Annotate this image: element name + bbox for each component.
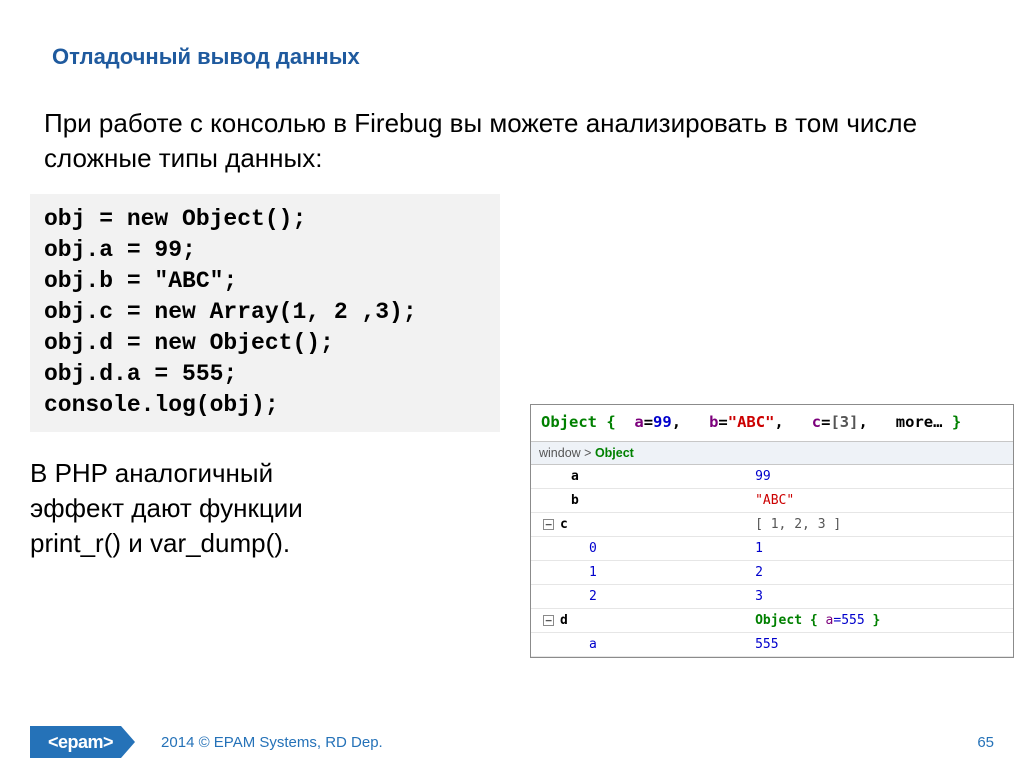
tree-key-cell[interactable]: 1 xyxy=(531,561,743,585)
tree-key-cell[interactable]: 2 xyxy=(531,585,743,609)
tree-value-cell: [ 1, 2, 3 ] xyxy=(743,513,1013,537)
footer: <epam> 2014 © EPAM Systems, RD Dep. 65 xyxy=(0,723,1024,761)
footer-logo-bg: <epam> xyxy=(30,726,121,758)
tree-value-cell: 1 xyxy=(743,537,1013,561)
page-number: 65 xyxy=(977,734,994,751)
table-row[interactable]: −dObject { a=555 } xyxy=(531,609,1013,633)
copyright: 2014 © EPAM Systems, RD Dep. xyxy=(161,734,383,751)
eq: = xyxy=(718,413,727,431)
tree-value-cell: 555 xyxy=(743,633,1013,657)
object-label: Object xyxy=(541,413,597,431)
tree-value-cell: Object { a=555 } xyxy=(743,609,1013,633)
table-row[interactable]: 23 xyxy=(531,585,1013,609)
prop-key-b: b xyxy=(709,413,718,431)
prop-val-a: 99 xyxy=(653,413,672,431)
table-row[interactable]: 01 xyxy=(531,537,1013,561)
tree-key-cell[interactable]: b xyxy=(531,489,743,513)
firebug-console-output: Object { a=99, b="ABC", c=[3], more… } xyxy=(531,405,1013,441)
tree-value-cell: 3 xyxy=(743,585,1013,609)
table-row[interactable]: 12 xyxy=(531,561,1013,585)
brace-close: } xyxy=(952,413,961,431)
collapse-icon[interactable]: − xyxy=(543,519,554,530)
more-link[interactable]: more… xyxy=(896,413,943,431)
breadcrumb-object[interactable]: Object xyxy=(595,446,634,460)
prop-val-b: "ABC" xyxy=(728,413,775,431)
tree-key-cell[interactable]: a xyxy=(531,633,743,657)
slide-title: Отладочный вывод данных xyxy=(0,0,1024,70)
intro-text: При работе с консолью в Firebug вы может… xyxy=(0,70,1024,176)
brace-open: { xyxy=(606,413,615,431)
prop-key-a: a xyxy=(634,413,643,431)
collapse-icon[interactable]: − xyxy=(543,615,554,626)
eq: = xyxy=(644,413,653,431)
tree-value-cell: 2 xyxy=(743,561,1013,585)
tree-key-cell[interactable]: −c xyxy=(531,513,743,537)
prop-key-c: c xyxy=(812,413,821,431)
table-row[interactable]: a555 xyxy=(531,633,1013,657)
tree-key-cell[interactable]: −d xyxy=(531,609,743,633)
tree-value-cell: 99 xyxy=(743,465,1013,489)
firebug-breadcrumb[interactable]: window > Object xyxy=(531,441,1013,465)
comma: , xyxy=(858,413,867,431)
comma: , xyxy=(672,413,681,431)
table-row[interactable]: a99 xyxy=(531,465,1013,489)
comma: , xyxy=(774,413,783,431)
firebug-tree-table: a99b"ABC"−c[ 1, 2, 3 ]011223−dObject { a… xyxy=(531,465,1013,657)
table-row[interactable]: −c[ 1, 2, 3 ] xyxy=(531,513,1013,537)
breadcrumb-window[interactable]: window xyxy=(539,446,581,460)
prop-val-c: [3] xyxy=(830,413,858,431)
code-sample: obj = new Object(); obj.a = 99; obj.b = … xyxy=(30,194,500,431)
firebug-panel: Object { a=99, b="ABC", c=[3], more… } w… xyxy=(530,404,1014,658)
table-row[interactable]: b"ABC" xyxy=(531,489,1013,513)
breadcrumb-sep: > xyxy=(581,446,595,460)
epam-logo: <epam> xyxy=(48,732,113,753)
tree-key-cell[interactable]: 0 xyxy=(531,537,743,561)
tree-key-cell[interactable]: a xyxy=(531,465,743,489)
tree-value-cell: "ABC" xyxy=(743,489,1013,513)
php-note: В PHP аналогичный эффект дают функции pr… xyxy=(0,432,360,561)
